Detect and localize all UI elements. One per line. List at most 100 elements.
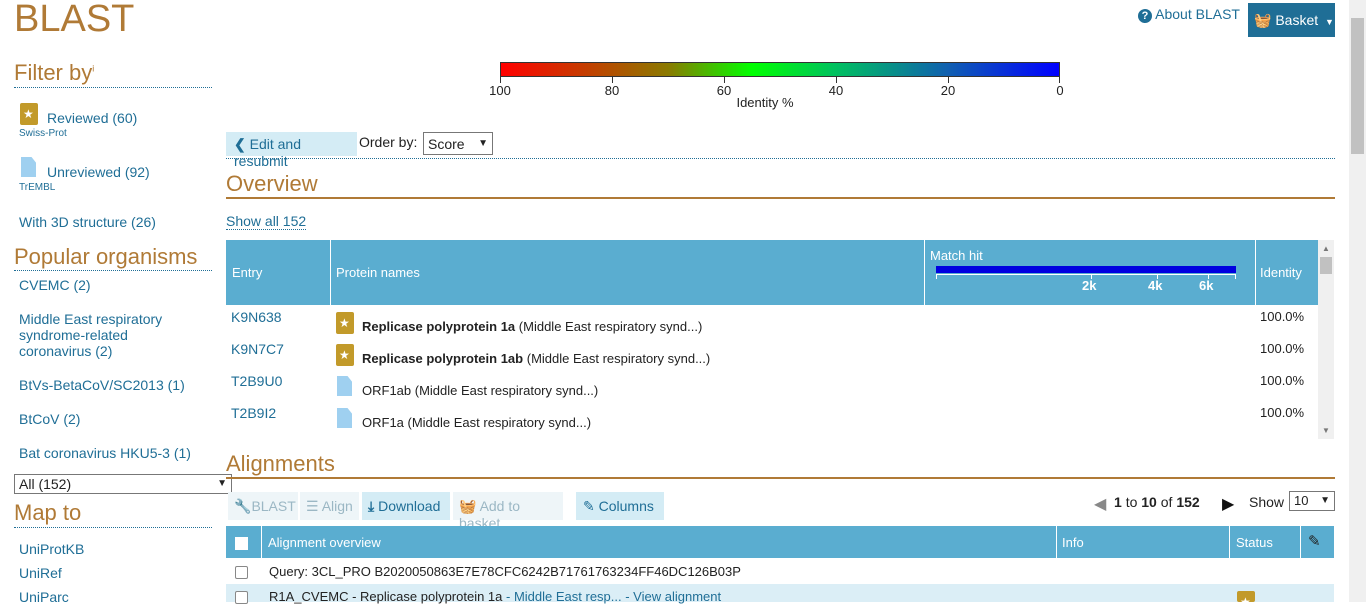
pager-text: 1 to 10 of 152: [1114, 494, 1200, 510]
page-scroll-thumb[interactable]: [1351, 18, 1364, 154]
protein-name: Replicase polyprotein 1a (Middle East re…: [362, 319, 703, 334]
row-checkbox[interactable]: [235, 591, 248, 604]
show-all-link[interactable]: Show all 152: [226, 213, 307, 230]
match-hit-bar: [936, 266, 1236, 273]
help-icon: ?: [1138, 9, 1152, 23]
entry-link[interactable]: K9N638: [231, 309, 282, 325]
overview-table: Entry Protein names Match hit 2k 4k 6k I…: [226, 240, 1334, 439]
organism-link-btvs[interactable]: BtVs-BetaCoV/SC2013 (1): [19, 377, 185, 393]
identity-value: 100.0%: [1260, 309, 1305, 324]
table-row[interactable]: K9N7C7 Replicase polyprotein 1ab (Middle…: [226, 338, 1318, 370]
legend-tick-label: 40: [828, 83, 844, 98]
all-organisms-select[interactable]: All (152) ▼: [14, 474, 232, 494]
table-row[interactable]: K9N638 Replicase polyprotein 1a (Middle …: [226, 306, 1318, 338]
prev-page-icon[interactable]: ◀: [1094, 494, 1106, 514]
filter-title: Filter byi: [14, 60, 95, 85]
entry-link[interactable]: T2B9I2: [231, 405, 276, 421]
legend-label: Identity %: [736, 95, 794, 110]
match-scale-label: 4k: [1148, 278, 1163, 293]
add-to-basket-button[interactable]: 🧺 Add to basket: [453, 492, 563, 531]
organism-link-cvemc[interactable]: CVEMC (2): [19, 277, 91, 293]
basket-icon: 🧺: [1254, 12, 1272, 28]
query-row: Query: 3CL_PRO B2020050863E7E78CFC6242B7…: [226, 559, 1334, 584]
protein-name: Replicase polyprotein 1ab (Middle East r…: [362, 351, 711, 366]
page-scrollbar[interactable]: [1349, 0, 1366, 602]
col-info[interactable]: Info: [1062, 535, 1084, 550]
map-to-title: Map to: [14, 500, 82, 525]
filter-reviewed-sub: Swiss-Prot: [19, 128, 67, 139]
entry-link[interactable]: T2B9U0: [231, 373, 282, 389]
overview-divider: [226, 197, 1335, 199]
swissprot-reviewed-icon: [1237, 591, 1255, 602]
alignments-divider: [226, 477, 1335, 479]
organism-link-mers[interactable]: Middle East respiratory syndrome-related…: [19, 311, 162, 359]
map-uniref-link[interactable]: UniRef: [19, 565, 62, 581]
order-by-select[interactable]: Score ▼: [423, 132, 493, 155]
filter-reviewed-link[interactable]: Reviewed (60): [47, 110, 137, 126]
legend-tick-label: 20: [940, 83, 956, 98]
dropdown-arrow-icon: ▼: [478, 138, 488, 149]
col-match-hit[interactable]: Match hit: [930, 248, 983, 263]
basket-icon: 🧺: [459, 498, 477, 514]
next-page-icon[interactable]: ▶: [1222, 494, 1234, 514]
table-row[interactable]: R1A_CVEMC - Replicase polyprotein 1a - M…: [226, 584, 1334, 604]
col-entry[interactable]: Entry: [232, 265, 262, 280]
entry-link[interactable]: K9N7C7: [231, 341, 284, 357]
alignments-table-header: Alignment overview Info Status ✎: [226, 526, 1334, 558]
about-blast-link[interactable]: ? About BLAST: [1138, 6, 1240, 23]
organism-link-hku5[interactable]: Bat coronavirus HKU5-3 (1): [19, 445, 191, 461]
col-status[interactable]: Status: [1236, 535, 1273, 550]
query-checkbox[interactable]: [235, 566, 248, 579]
swissprot-reviewed-icon: [336, 344, 354, 366]
filter-unreviewed-sub: TrEMBL: [19, 182, 56, 193]
col-alignment-overview[interactable]: Alignment overview: [268, 535, 381, 550]
filter-3d-link[interactable]: With 3D structure (26): [19, 214, 156, 230]
match-scale-label: 6k: [1199, 278, 1214, 293]
legend-tick-label: 100: [489, 83, 511, 98]
align-button[interactable]: ☰ Align: [300, 492, 359, 520]
download-icon: ⤓: [368, 498, 375, 514]
organism-link-btcov[interactable]: BtCoV (2): [19, 411, 80, 427]
filter-unreviewed-link[interactable]: Unreviewed (92): [47, 164, 150, 180]
map-uniparc-link[interactable]: UniParc: [19, 589, 69, 605]
overview-scrollbar[interactable]: ▲ ▼: [1318, 240, 1334, 439]
select-all-checkbox[interactable]: [235, 537, 248, 550]
alignments-title: Alignments: [226, 451, 335, 476]
trembl-unreviewed-icon: [337, 408, 352, 428]
scroll-up-icon[interactable]: ▲: [1322, 244, 1330, 253]
sidebar-divider: [14, 87, 212, 88]
edit-columns-pencil-icon[interactable]: ✎: [1308, 532, 1321, 550]
legend-tick-label: 0: [1056, 83, 1064, 98]
identity-color-bar: [500, 62, 1060, 77]
wrench-icon: 🔧: [234, 498, 252, 514]
swissprot-reviewed-icon: [336, 312, 354, 334]
blast-button[interactable]: 🔧BLAST: [228, 492, 298, 520]
info-icon[interactable]: i: [92, 64, 94, 74]
col-protein-names[interactable]: Protein names: [336, 265, 420, 280]
table-row[interactable]: T2B9U0 ORF1ab (Middle East respiratory s…: [226, 370, 1318, 402]
match-scale-label: 2k: [1082, 278, 1097, 293]
popular-organisms-title: Popular organisms: [14, 244, 198, 269]
col-identity[interactable]: Identity: [1260, 265, 1302, 280]
swissprot-reviewed-icon: [20, 103, 38, 125]
order-by-label: Order by:: [359, 134, 418, 150]
chevron-left-icon: ❮: [234, 136, 246, 152]
download-button[interactable]: ⤓ Download: [362, 492, 450, 520]
identity-value: 100.0%: [1260, 373, 1305, 388]
overview-scroll-thumb[interactable]: [1320, 257, 1332, 274]
legend-tickmarks: [500, 77, 1060, 83]
app-title: BLAST: [14, 0, 135, 40]
trembl-unreviewed-icon: [21, 157, 36, 177]
map-uniprotkb-link[interactable]: UniProtKB: [19, 541, 84, 557]
basket-button[interactable]: 🧺 Basket ▼: [1248, 3, 1335, 37]
columns-button[interactable]: ✎ Columns: [576, 492, 664, 520]
sidebar-divider: [14, 270, 212, 271]
table-row[interactable]: T2B9I2 ORF1a (Middle East respiratory sy…: [226, 402, 1318, 434]
dropdown-arrow-icon: ▼: [217, 478, 227, 489]
page-size-select[interactable]: 10 ▼: [1289, 491, 1335, 511]
edit-resubmit-button[interactable]: ❮ Edit and resubmit: [226, 132, 357, 169]
sidebar-divider: [14, 527, 212, 528]
scroll-down-icon[interactable]: ▼: [1322, 426, 1330, 435]
dropdown-arrow-icon: ▼: [1320, 495, 1330, 506]
overview-table-header: Entry Protein names Match hit 2k 4k 6k I…: [226, 240, 1318, 305]
